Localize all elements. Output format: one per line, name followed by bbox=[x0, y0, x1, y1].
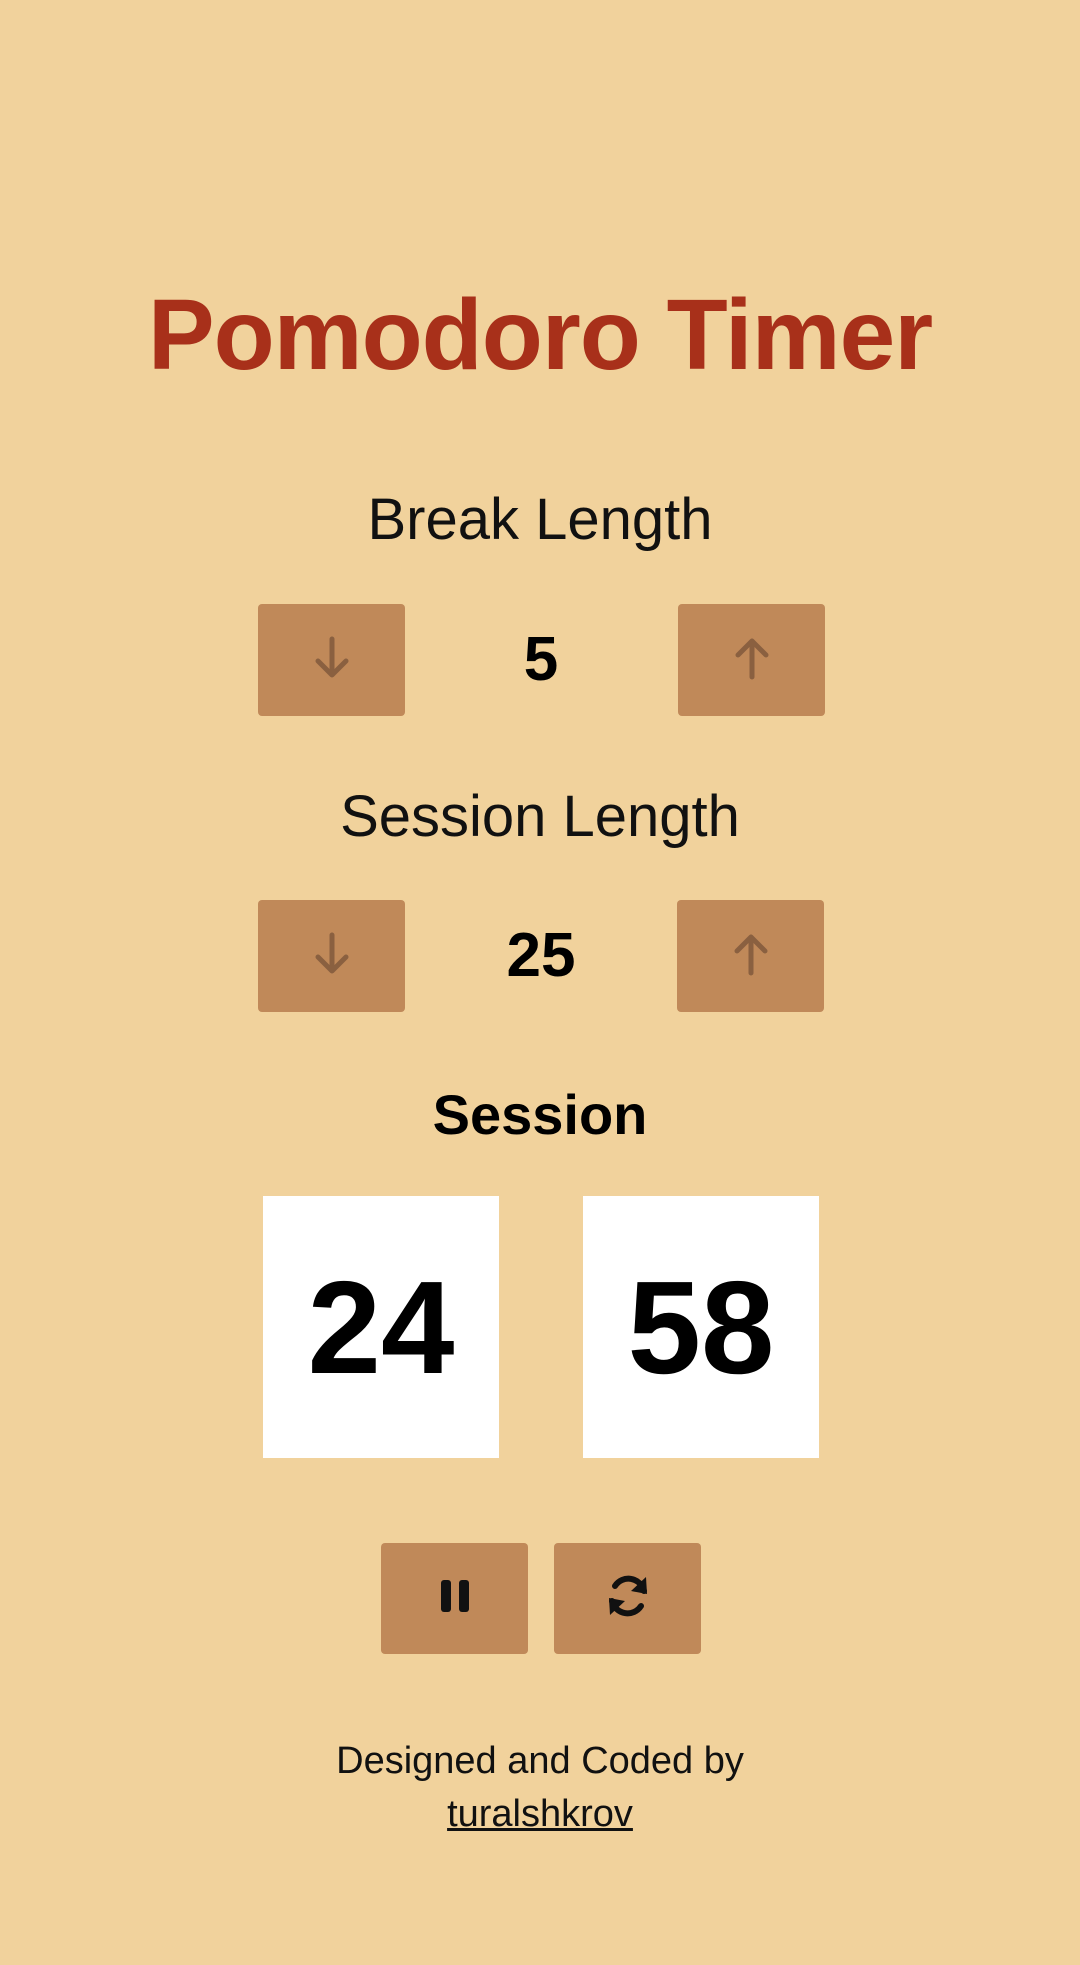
author-link[interactable]: turalshkrov bbox=[447, 1793, 633, 1835]
break-length-value: 5 bbox=[523, 625, 559, 694]
session-decrement-button[interactable] bbox=[258, 900, 405, 1012]
pause-button[interactable] bbox=[381, 1543, 528, 1654]
timer-minutes: 24 bbox=[263, 1196, 499, 1458]
arrow-down-icon bbox=[310, 929, 354, 984]
arrow-down-icon bbox=[310, 633, 354, 688]
timer-seconds: 58 bbox=[583, 1196, 819, 1458]
arrow-up-icon bbox=[730, 633, 774, 688]
reset-button[interactable] bbox=[554, 1543, 701, 1654]
session-increment-button[interactable] bbox=[677, 900, 824, 1012]
footer-credit-text: Designed and Coded by bbox=[336, 1740, 744, 1782]
break-length-label: Break Length bbox=[367, 487, 713, 552]
pause-icon bbox=[438, 1577, 472, 1620]
refresh-icon bbox=[604, 1572, 652, 1625]
page-title: Pomodoro Timer bbox=[147, 279, 933, 391]
session-length-label: Session Length bbox=[340, 784, 740, 849]
break-increment-button[interactable] bbox=[678, 604, 825, 716]
session-length-value: 25 bbox=[506, 921, 576, 990]
arrow-up-icon bbox=[729, 929, 773, 984]
timer-status-label: Session bbox=[432, 1083, 648, 1146]
break-decrement-button[interactable] bbox=[258, 604, 405, 716]
footer: Designed and Coded by turalshkrov bbox=[0, 1735, 1080, 1841]
